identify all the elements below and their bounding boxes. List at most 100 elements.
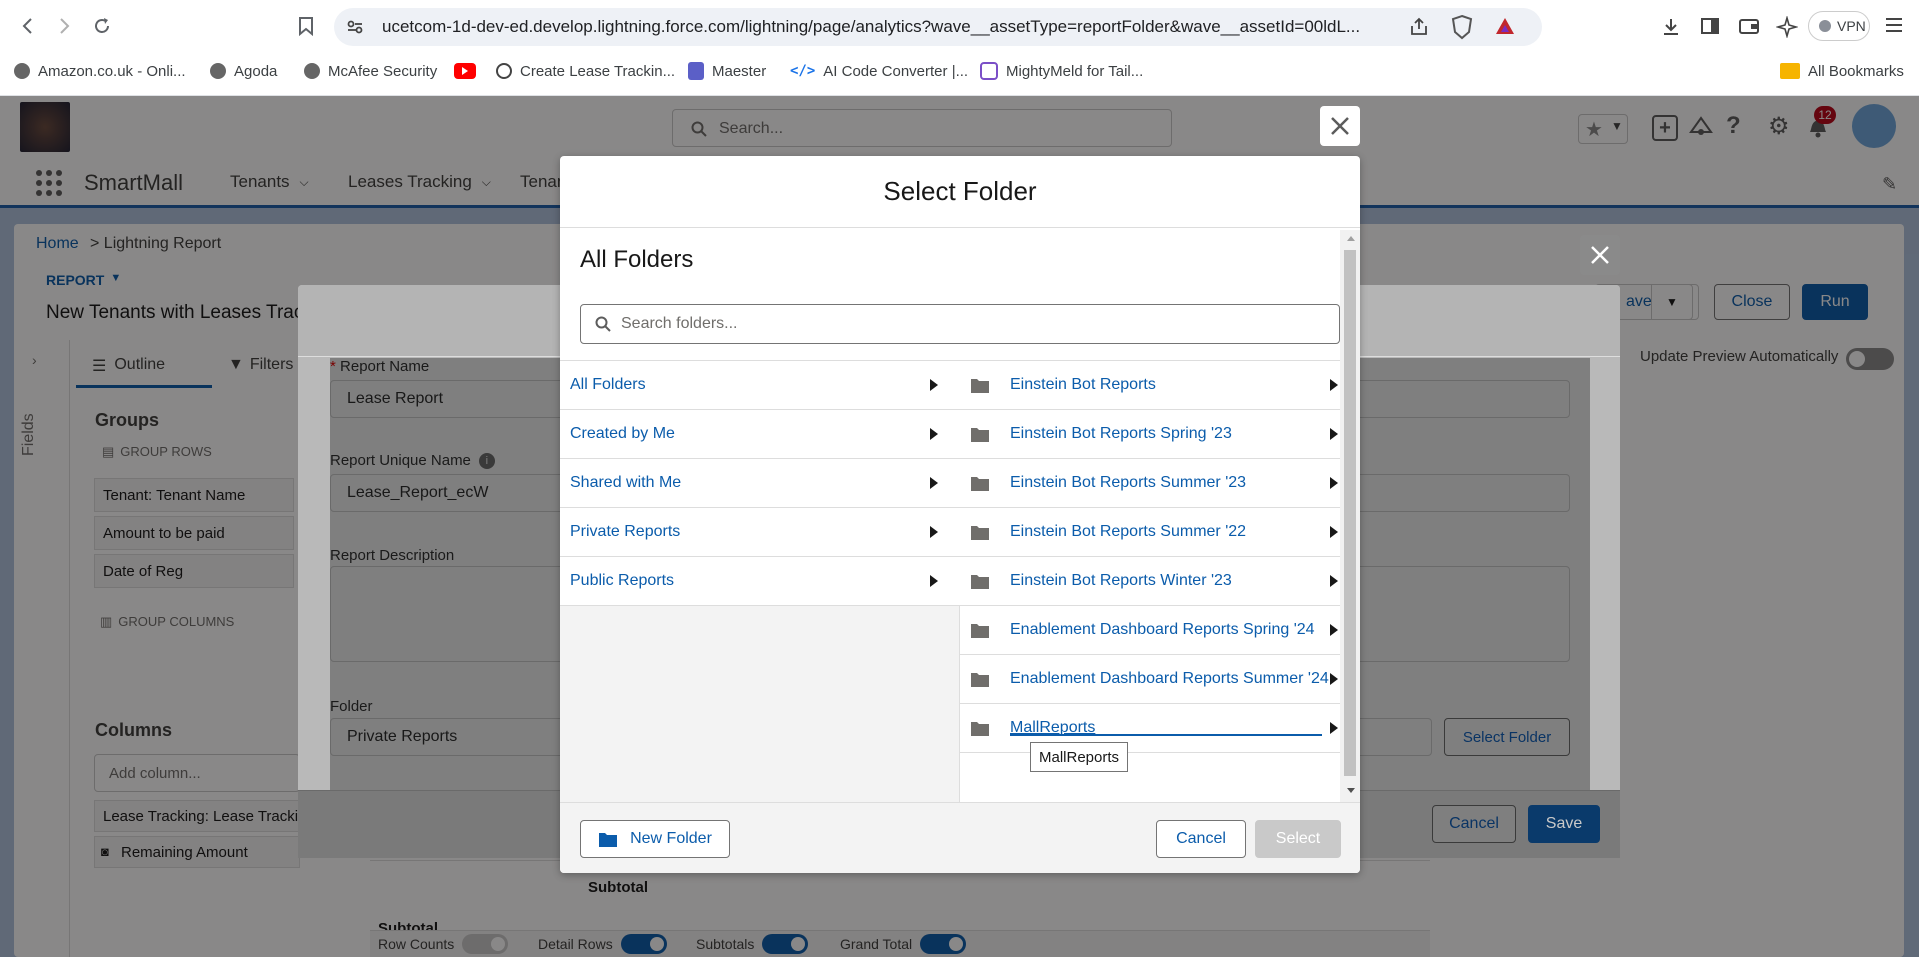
folder-name: Enablement Dashboard Reports Summer '24 [1010, 670, 1329, 687]
folder-icon [970, 622, 990, 639]
folder-tooltip: MallReports [1030, 742, 1129, 772]
new-folder-label: New Folder [630, 830, 712, 847]
vpn-button[interactable]: VPN [1808, 11, 1870, 41]
info-icon[interactable]: i [478, 452, 495, 469]
folder-name: Enablement Dashboard Reports Spring '24 [1010, 621, 1315, 638]
save-modal-save-button[interactable]: Save [1528, 805, 1600, 843]
code-icon: </> [790, 63, 816, 79]
all-folders-heading: All Folders [580, 246, 694, 273]
caret-right-icon [930, 526, 938, 538]
bookmark-label: MightyMeld for Tail... [1006, 62, 1144, 80]
close-icon [1591, 246, 1609, 264]
caret-right-icon [1330, 477, 1338, 489]
bookmark-amazon[interactable]: Amazon.co.uk - Onli... [14, 60, 186, 82]
folder-label: Folder [330, 698, 373, 715]
vpn-status-icon [1819, 20, 1831, 32]
reload-icon[interactable] [88, 12, 116, 40]
folder-item[interactable]: Enablement Dashboard Reports Spring '24 [960, 606, 1340, 655]
bookmark-label: McAfee Security [328, 62, 438, 80]
save-modal-cancel-button[interactable]: Cancel [1432, 805, 1516, 843]
wallet-icon[interactable] [1738, 16, 1760, 36]
sidebar-icon[interactable] [1700, 16, 1720, 36]
caret-right-icon [1330, 722, 1338, 734]
bookmark-agoda[interactable]: Agoda [210, 60, 277, 82]
folder-icon [970, 573, 990, 590]
select-folder-button[interactable]: Select Folder [1444, 718, 1570, 756]
folder-category-private[interactable]: Private Reports [560, 508, 960, 557]
bookmark-create-lease[interactable]: Create Lease Trackin... [496, 60, 675, 82]
label-text: Report Unique Name [330, 452, 471, 469]
folder-category-created-by-me[interactable]: Created by Me [560, 410, 960, 459]
caret-right-icon [1330, 526, 1338, 538]
all-bookmarks[interactable]: All Bookmarks [1780, 60, 1904, 82]
back-icon[interactable] [14, 12, 42, 40]
folder-value: Private Reports [347, 728, 458, 745]
forward-icon[interactable] [50, 12, 78, 40]
scroll-down-icon[interactable] [1347, 788, 1355, 793]
site-settings-icon[interactable] [346, 18, 364, 36]
folder-category-public[interactable]: Public Reports [560, 557, 960, 606]
folder-item[interactable]: Einstein Bot Reports Summer '22 [960, 508, 1340, 557]
left-column-empty [560, 602, 960, 802]
folder-add-icon [598, 831, 618, 848]
report-name-value: Lease Report [347, 390, 444, 407]
label-text: Report Name [340, 358, 430, 375]
brave-shield-icon[interactable] [1450, 14, 1474, 40]
openai-icon [496, 63, 512, 79]
bookmark-ai-code[interactable]: </> AI Code Converter |... [790, 60, 968, 82]
folder-category-all[interactable]: All Folders [560, 361, 960, 410]
folder-category-shared-with-me[interactable]: Shared with Me [560, 459, 960, 508]
focus-underline [1010, 734, 1322, 736]
folder-modal-close-button[interactable] [1320, 106, 1360, 146]
all-bookmarks-label: All Bookmarks [1808, 62, 1904, 80]
folder-name: Einstein Bot Reports [1010, 376, 1156, 393]
folder-item[interactable]: Einstein Bot Reports Winter '23 [960, 557, 1340, 606]
folder-search-input[interactable]: Search folders... [580, 304, 1340, 344]
globe-icon [304, 63, 320, 79]
download-icon[interactable] [1660, 16, 1682, 38]
caret-right-icon [930, 428, 938, 440]
bookmark-label: Amazon.co.uk - Onli... [38, 62, 186, 80]
folder-item-mallreports[interactable]: MallReports [960, 704, 1340, 753]
folder-icon [970, 524, 990, 541]
folder-modal-title: Select Folder [560, 156, 1360, 228]
folder-cancel-button[interactable]: Cancel [1156, 820, 1246, 858]
folder-name: Einstein Bot Reports Winter '23 [1010, 572, 1232, 589]
folder-name: Einstein Bot Reports Summer '22 [1010, 523, 1247, 540]
description-label: Report Description [330, 547, 455, 564]
caret-right-icon [1330, 575, 1338, 587]
new-folder-button[interactable]: New Folder [580, 820, 730, 858]
brave-rewards-icon[interactable] [1494, 16, 1516, 36]
bookmark-maester[interactable]: Maester [688, 60, 766, 82]
folder-icon [970, 671, 990, 688]
bookmark-label: Create Lease Trackin... [520, 62, 676, 80]
bookmark-label: Agoda [234, 62, 278, 80]
bookmark-mcafee[interactable]: McAfee Security [304, 60, 437, 82]
leo-ai-icon[interactable] [1776, 16, 1798, 38]
unique-name-label: Report Unique Name i [330, 452, 495, 469]
menu-icon[interactable] [1884, 16, 1904, 34]
caret-right-icon [930, 477, 938, 489]
folder-item[interactable]: Einstein Bot Reports Summer '23 [960, 459, 1340, 508]
bookmark-youtube[interactable] [454, 60, 476, 82]
save-modal-close-button[interactable] [1580, 235, 1620, 275]
caret-right-icon [1330, 673, 1338, 685]
vpn-label: VPN [1837, 18, 1866, 34]
scroll-up-icon[interactable] [1347, 236, 1355, 241]
caret-right-icon [930, 575, 938, 587]
share-icon[interactable] [1408, 16, 1430, 38]
bookmark-label: Maester [712, 62, 767, 80]
scrollbar-track[interactable] [1340, 230, 1360, 802]
scrollbar-thumb[interactable] [1344, 250, 1356, 776]
globe-icon [14, 63, 30, 79]
category-label: Private Reports [570, 523, 681, 540]
folder-item[interactable]: Einstein Bot Reports [960, 361, 1340, 410]
caret-right-icon [1330, 624, 1338, 636]
folder-item[interactable]: Einstein Bot Reports Spring '23 [960, 410, 1340, 459]
youtube-icon [454, 63, 476, 79]
bookmark-mightymeld[interactable]: MightyMeld for Tail... [980, 60, 1143, 82]
folder-select-button[interactable]: Select [1255, 820, 1341, 858]
folder-item[interactable]: Enablement Dashboard Reports Summer '24 [960, 655, 1340, 704]
report-name-label: * Report Name [330, 358, 430, 375]
bookmark-icon[interactable] [292, 12, 320, 40]
